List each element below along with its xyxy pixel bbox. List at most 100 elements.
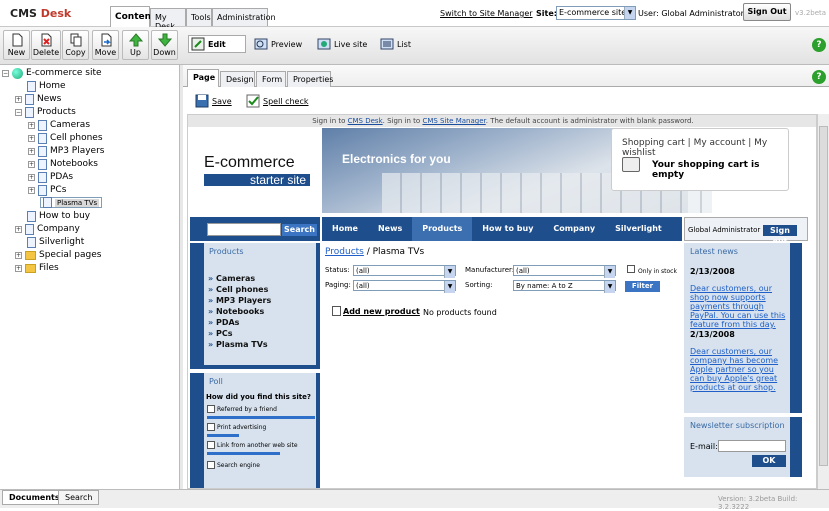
tree-node-plasma-tvs[interactable]: Plasma TVs (40, 197, 103, 208)
tree-node-special-pages[interactable]: + Special pages (15, 249, 101, 261)
category-link[interactable]: » PCs (208, 329, 232, 338)
checkbox[interactable] (207, 423, 215, 431)
in-stock-checkbox[interactable] (627, 265, 635, 273)
nav-silverlight[interactable]: Silverlight (605, 217, 672, 241)
checkbox[interactable] (207, 441, 215, 449)
sign-out-button[interactable]: Sign Out (743, 3, 791, 21)
tab-page[interactable]: Page (187, 69, 219, 87)
help-icon[interactable]: ? (812, 70, 826, 84)
down-button[interactable]: Down (151, 30, 178, 60)
tree-node-mp3-players[interactable]: + MP3 Players (28, 145, 104, 157)
copy-button[interactable]: Copy (62, 30, 89, 60)
expand-icon[interactable]: + (15, 264, 22, 272)
tab-properties[interactable]: Properties (287, 71, 333, 87)
panel-splitter[interactable] (180, 65, 183, 489)
new-button[interactable]: New (3, 30, 30, 60)
tab-tools[interactable]: Tools (186, 8, 212, 26)
brand-bar (204, 174, 224, 186)
list-mode-button[interactable]: List (380, 35, 411, 53)
nav-how-to-buy[interactable]: How to buy (472, 217, 543, 241)
tree-node-news[interactable]: + News (15, 93, 61, 105)
tree-node-cell-phones[interactable]: + Cell phones (28, 132, 103, 144)
add-product-link[interactable]: Add new product (332, 306, 420, 316)
category-link[interactable]: » Cell phones (208, 285, 268, 294)
tab-administration[interactable]: Administration (212, 8, 276, 26)
news-link[interactable]: Dear customers, our company has become A… (690, 347, 790, 392)
move-button[interactable]: Move (92, 30, 119, 60)
category-link[interactable]: » MP3 Players (208, 296, 271, 305)
search-button[interactable]: Search (282, 224, 317, 236)
nav-products[interactable]: Products (412, 217, 473, 241)
checkbox[interactable] (207, 461, 215, 469)
expand-icon[interactable]: + (28, 160, 35, 168)
spell-check-button[interactable]: Spell check (246, 92, 309, 110)
sorting-select[interactable]: By name: A to Z ▼ (513, 280, 616, 293)
search-input[interactable] (207, 223, 281, 236)
site-select[interactable]: E-commerce site ▼ (556, 6, 636, 20)
tree-node-home[interactable]: Home (27, 80, 66, 92)
user-box: Global Administrator Sign out (684, 217, 808, 246)
news-link[interactable]: Dear customers, our shop now supports pa… (690, 284, 790, 329)
save-button[interactable]: Save (195, 92, 232, 110)
tab-form[interactable]: Form (256, 71, 286, 87)
collapse-icon[interactable]: − (15, 108, 22, 116)
paging-select[interactable]: (all) ▼ (353, 280, 456, 293)
checkbox[interactable] (207, 405, 215, 413)
tree-node-pdas[interactable]: + PDAs (28, 171, 73, 183)
tab-documents[interactable]: Documents (2, 490, 67, 505)
nav-news[interactable]: News (368, 217, 412, 241)
filter-button[interactable]: Filter (625, 281, 660, 292)
tree-node-e-commerce-site[interactable]: − E-commerce site (2, 67, 102, 79)
live-site-button[interactable]: Live site (317, 35, 367, 53)
tab-content[interactable]: Content (110, 6, 155, 27)
switch-site-manager-link[interactable]: Switch to Site Manager (440, 9, 533, 18)
category-link[interactable]: » Notebooks (208, 307, 264, 316)
tree-node-cameras[interactable]: + Cameras (28, 119, 90, 131)
poll-option[interactable]: Referred by a friend (207, 405, 277, 413)
breadcrumb-products-link[interactable]: Products (325, 247, 364, 257)
account-links[interactable]: Shopping cart | My account | My wishlist (622, 138, 788, 158)
site-sign-out-button[interactable]: Sign out (763, 225, 797, 246)
tree-node-products[interactable]: − Products (15, 106, 76, 118)
poll-option[interactable]: Link from another web site (207, 441, 298, 449)
expand-icon[interactable]: + (28, 121, 35, 129)
expand-icon[interactable]: + (15, 95, 22, 103)
preview-mode-button[interactable]: Preview (254, 35, 302, 53)
poll-option[interactable]: Search engine (207, 461, 260, 469)
expand-icon[interactable]: + (28, 173, 35, 181)
tree-node-notebooks[interactable]: + Notebooks (28, 158, 98, 170)
email-field[interactable] (718, 440, 786, 452)
scrollbar-thumb[interactable] (819, 126, 828, 466)
site-brand[interactable]: E-commerce starter site (190, 128, 322, 213)
edit-mode-button[interactable]: Edit (188, 35, 246, 53)
expand-icon[interactable]: + (28, 147, 35, 155)
preview-scrollbar[interactable] (817, 114, 829, 489)
subscribe-ok-button[interactable]: OK (752, 455, 786, 467)
expand-icon[interactable]: + (15, 225, 22, 233)
nav-company[interactable]: Company (543, 217, 605, 241)
collapse-icon[interactable]: − (2, 69, 9, 77)
tree-node-how-to-buy[interactable]: How to buy (27, 210, 90, 222)
category-link[interactable]: » Cameras (208, 274, 255, 283)
tree-node-company[interactable]: + Company (15, 223, 80, 235)
cms-desk-link[interactable]: CMS Desk (348, 117, 383, 125)
manufacturer-select[interactable]: (all) ▼ (513, 265, 616, 278)
status-select[interactable]: (all) ▼ (353, 265, 456, 278)
expand-icon[interactable]: + (28, 186, 35, 194)
expand-icon[interactable]: + (28, 134, 35, 142)
nav-home[interactable]: Home (322, 217, 368, 241)
tree-node-files[interactable]: + Files (15, 262, 59, 274)
help-icon[interactable]: ? (812, 38, 826, 52)
tab-search[interactable]: Search (58, 490, 100, 505)
poll-option[interactable]: Print advertising (207, 423, 266, 431)
category-link[interactable]: » Plasma TVs (208, 340, 268, 349)
cms-site-manager-link[interactable]: CMS Site Manager (422, 117, 485, 125)
tree-node-pcs[interactable]: + PCs (28, 184, 66, 196)
category-link[interactable]: » PDAs (208, 318, 239, 327)
up-button[interactable]: Up (122, 30, 149, 60)
tree-node-silverlight[interactable]: Silverlight (27, 236, 84, 248)
tab-design[interactable]: Design (220, 71, 255, 87)
tab-my-desk[interactable]: My Desk (150, 8, 186, 31)
delete-button[interactable]: Delete (31, 30, 61, 60)
expand-icon[interactable]: + (15, 251, 22, 259)
